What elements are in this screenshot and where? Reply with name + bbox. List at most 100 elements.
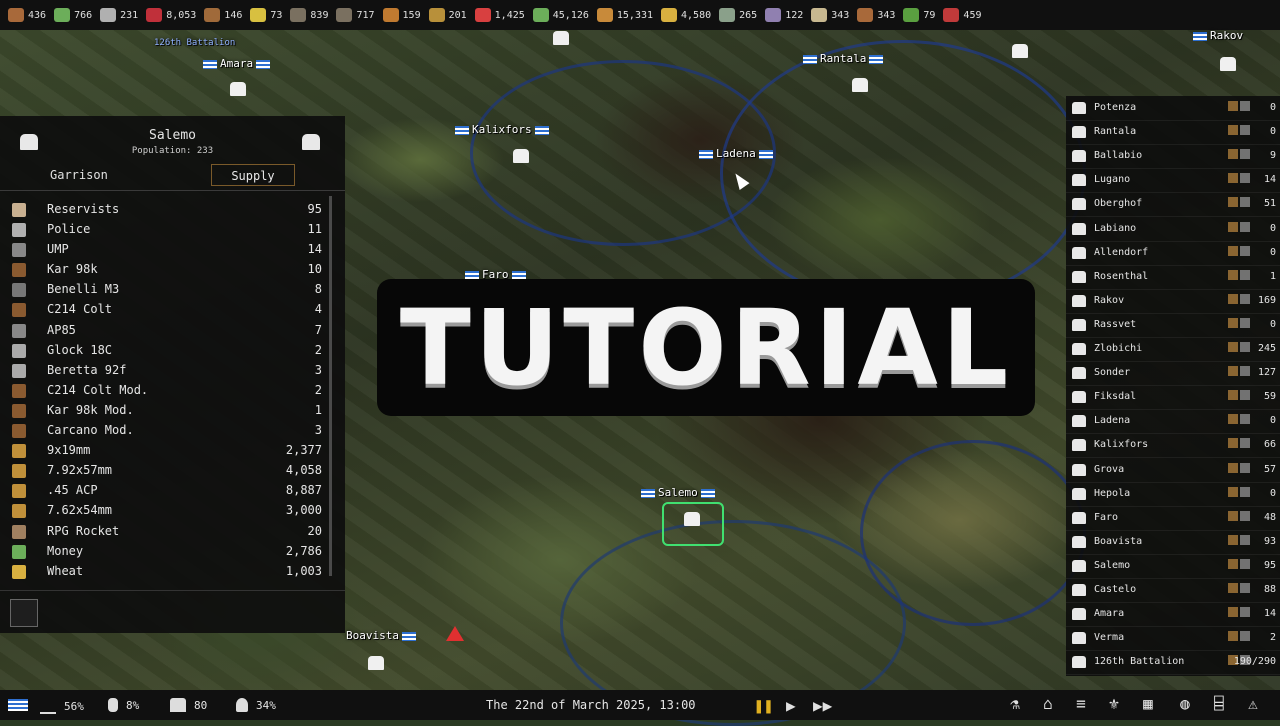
settlement-row[interactable]: Allendorf 0 (1066, 241, 1280, 266)
town-building-icon[interactable] (1012, 44, 1028, 58)
police-stat[interactable]: 34% (236, 698, 276, 712)
town-building-icon[interactable] (513, 149, 529, 163)
resource-shells[interactable]: 201 (428, 8, 467, 22)
settlement-row[interactable]: Faro 48 (1066, 506, 1280, 531)
resource-rifle[interactable]: 146 (204, 8, 242, 22)
map-label-boavista[interactable]: Boavista (346, 629, 419, 642)
resource-crate[interactable]: 343 (811, 8, 849, 22)
settlement-row[interactable]: Ladena 0 (1066, 409, 1280, 435)
supply-row[interactable]: Money 2,786 (0, 542, 335, 562)
research-flask-icon[interactable]: ⚗ (1004, 694, 1026, 716)
government-icon[interactable]: ⌸ (1208, 694, 1230, 716)
home-icon[interactable]: ⌂ (1037, 694, 1059, 716)
supply-row[interactable]: Beretta 92f 3 (0, 361, 335, 381)
resource-medkit[interactable]: 1,425 (474, 8, 525, 22)
resource-plank[interactable]: 343 (857, 8, 895, 22)
resource-wheat[interactable]: 4,580 (661, 8, 711, 22)
globe-icon[interactable]: ◍ (1174, 694, 1196, 716)
supply-row[interactable]: RPG Rocket 20 (0, 522, 335, 542)
settlement-row[interactable]: Lugano 14 (1066, 168, 1280, 194)
tab-supply[interactable]: Supply (211, 164, 295, 186)
factory-icon[interactable]: ▦ (1137, 694, 1159, 716)
settlement-row[interactable]: Labiano 0 (1066, 217, 1280, 242)
resource-money[interactable]: 766 (54, 8, 92, 22)
town-building-icon[interactable] (553, 31, 569, 45)
supply-row[interactable]: Kar 98k Mod. 1 (0, 401, 335, 421)
resource-mortar[interactable]: 839 (290, 8, 328, 22)
map-label-ladena[interactable]: Ladena (696, 147, 776, 160)
settlement-row[interactable]: Boavista 93 (1066, 530, 1280, 555)
tab-garrison[interactable]: Garrison (50, 168, 108, 182)
map-label-kalixfors[interactable]: Kalixfors (452, 123, 552, 136)
settlement-row[interactable]: Zlobichi 245 (1066, 337, 1280, 362)
settlement-row[interactable]: Ballabio 9 (1066, 144, 1280, 170)
ammo-icon[interactable]: ≡ (1070, 694, 1092, 716)
fast-forward-icon[interactable]: ▶▶ (813, 696, 832, 715)
resource-cannon[interactable]: 717 (336, 8, 375, 22)
supply-row[interactable]: 9x19mm 2,377 (0, 441, 335, 461)
town-building-icon[interactable] (684, 512, 700, 526)
map-label-battalion[interactable]: 126th Battalion (154, 38, 235, 48)
settlement-row[interactable]: Rantala 0 (1066, 120, 1280, 146)
supply-row[interactable]: UMP 14 (0, 240, 335, 260)
supply-row[interactable]: C214 Colt Mod. 2 (0, 381, 335, 401)
map-label-rantala[interactable]: Rantala (800, 52, 886, 65)
resource-cash[interactable]: 45,126 (532, 8, 589, 22)
manage-button[interactable] (10, 599, 38, 627)
supply-row[interactable]: .45 ACP 8,887 (0, 481, 335, 501)
supply-row[interactable]: Benelli M3 8 (0, 280, 335, 300)
buildings-stat[interactable]: 80 (170, 698, 207, 712)
settlement-row[interactable]: Potenza 0 (1066, 96, 1280, 121)
resource-fuel-can[interactable]: 231 (100, 8, 138, 22)
town-building-icon[interactable] (852, 78, 868, 92)
resource-ammo[interactable]: 159 (382, 8, 421, 22)
settlement-row[interactable]: Rakov 169 (1066, 289, 1280, 314)
map-label-amara[interactable]: Amara (200, 57, 273, 70)
supply-row[interactable]: C214 Colt 4 (0, 300, 335, 320)
pause-icon[interactable]: ❚❚ (754, 696, 773, 715)
supply-row[interactable]: Glock 18C 2 (0, 341, 335, 361)
settlement-row[interactable]: Rassvet 0 (1066, 313, 1280, 338)
town-building-icon[interactable] (230, 82, 246, 96)
supply-row[interactable]: Reservists 95 (0, 200, 335, 220)
settlement-row[interactable]: Fiksdal 59 (1066, 385, 1280, 411)
settlement-row[interactable]: Sonder 127 (1066, 361, 1280, 387)
map-label-salemo[interactable]: Salemo (638, 486, 718, 499)
resource-metal[interactable]: 265 (719, 8, 757, 22)
supply-row[interactable]: Wheat 1,003 (0, 562, 335, 582)
supply-row[interactable]: Police 11 (0, 220, 335, 240)
warning-marker-icon[interactable] (446, 626, 464, 641)
settlement-row[interactable]: 126th Battalion 190/290 (1066, 650, 1280, 676)
resource-rocket[interactable]: 73 (250, 8, 282, 22)
supply-row[interactable]: Carcano Mod. 3 (0, 421, 335, 441)
supply-row[interactable]: 7.62x54mm 3,000 (0, 501, 335, 521)
town-building-icon[interactable] (368, 656, 384, 670)
resource-meat[interactable]: 459 (943, 8, 981, 22)
rank-icon[interactable]: ⚜ (1103, 694, 1125, 716)
settlement-row[interactable]: Hepola 0 (1066, 482, 1280, 507)
supply-row[interactable]: AP85 7 (0, 321, 335, 341)
settlement-row[interactable]: Grova 57 (1066, 458, 1280, 483)
settlement-row[interactable]: Oberghof 51 (1066, 192, 1280, 218)
supply-row[interactable]: 7.92x57mm 4,058 (0, 461, 335, 481)
approval-stat[interactable]: 56% (40, 698, 84, 714)
supply-scrollbar[interactable] (329, 196, 332, 576)
unrest-stat[interactable]: 8% (108, 698, 139, 712)
town-building-icon[interactable] (1220, 57, 1236, 71)
resource-bread[interactable]: 15,331 (596, 8, 653, 22)
settlement-row[interactable]: Verma 2 (1066, 626, 1280, 652)
warning-icon[interactable]: ⚠ (1242, 694, 1264, 716)
resource-vegetable[interactable]: 79 (903, 8, 935, 22)
resource-gas-canister[interactable]: 8,053 (146, 8, 196, 22)
greek-flag-icon[interactable] (8, 699, 28, 711)
settlement-row[interactable]: Salemo 95 (1066, 554, 1280, 579)
settlement-row[interactable]: Amara 14 (1066, 602, 1280, 628)
settlement-row[interactable]: Rosenthal 1 (1066, 265, 1280, 290)
play-icon[interactable]: ▶ (786, 696, 796, 715)
map-label-rakov[interactable]: Rakov (1190, 29, 1243, 42)
resource-wood[interactable]: 436 (8, 8, 46, 22)
resource-steel[interactable]: 122 (765, 8, 803, 22)
supply-row[interactable]: Kar 98k 10 (0, 260, 335, 280)
settlement-row[interactable]: Kalixfors 66 (1066, 433, 1280, 459)
settlement-row[interactable]: Castelo 88 (1066, 578, 1280, 603)
